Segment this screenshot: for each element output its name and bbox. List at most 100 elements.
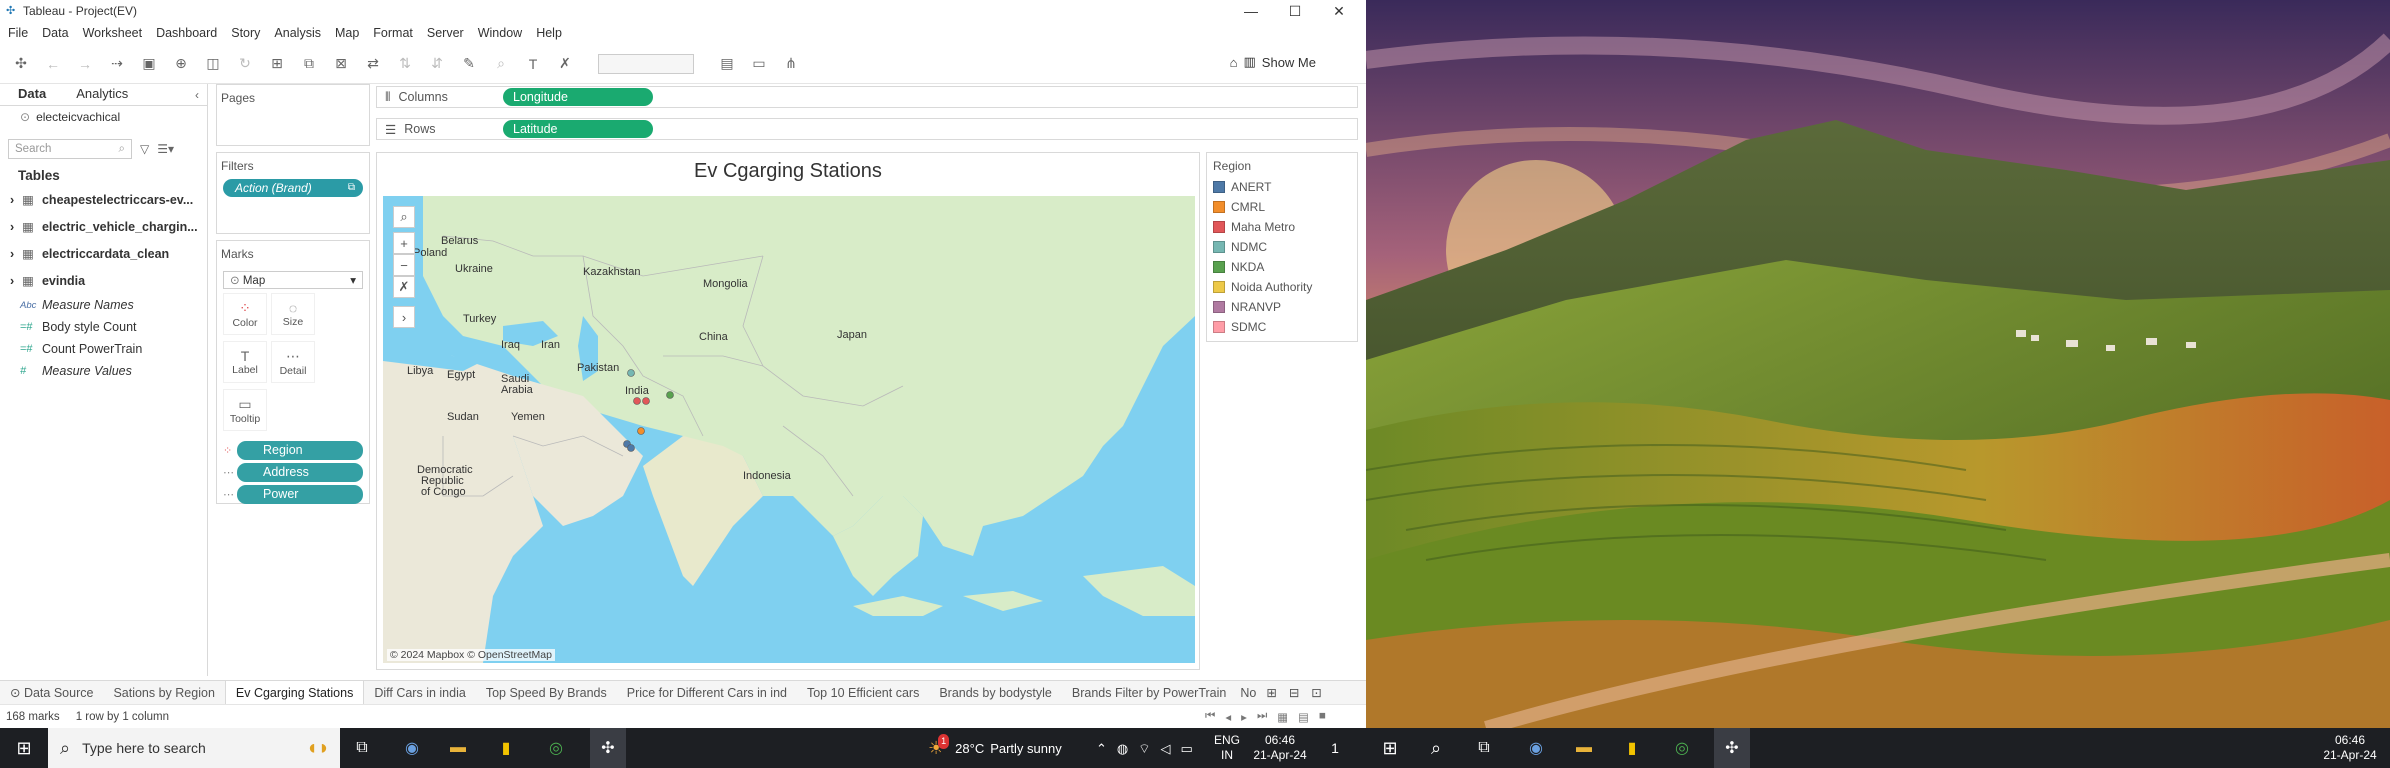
maximize-button[interactable]: ☐ (1272, 0, 1318, 22)
first-sheet-icon[interactable]: ⏮ (1205, 710, 1215, 724)
duplicate-sheet-icon[interactable]: ⧉ (298, 53, 320, 75)
app-icon[interactable]: ◉ (394, 728, 430, 768)
menu-help[interactable]: Help (536, 26, 562, 40)
undo-icon[interactable]: ← (42, 53, 64, 75)
expand-icon[interactable]: › (10, 274, 14, 288)
clock[interactable]: 06:46 21-Apr-24 (1250, 728, 1310, 768)
menu-data[interactable]: Data (42, 26, 68, 40)
mark-pill-region[interactable]: ⁘ Region (223, 441, 363, 460)
redo-icon[interactable]: → (74, 53, 96, 75)
share-icon[interactable]: ⋔ (780, 53, 802, 75)
pages-card[interactable]: Pages (216, 84, 370, 146)
tableau-taskbar-icon[interactable]: ✣ (590, 728, 626, 768)
chevron-up-icon[interactable]: ⌃ (1096, 741, 1107, 756)
sorter-view-icon[interactable]: ▤ (1298, 710, 1309, 724)
expand-icon[interactable]: › (10, 193, 14, 207)
labels-icon[interactable]: T (522, 53, 544, 75)
table-row[interactable]: › ▦ cheapestelectriccars-ev... (0, 186, 207, 213)
tab-diff-cars-in-india[interactable]: Diff Cars in india (364, 681, 475, 705)
sort-descending-icon[interactable]: ⇵ (426, 53, 448, 75)
app-icon-2[interactable]: ◉ (1518, 728, 1554, 768)
legend-item-maha-metro[interactable]: Maha Metro (1207, 217, 1357, 237)
size-button[interactable]: ◌ Size (271, 293, 315, 335)
map-attribution[interactable]: © 2024 Mapbox © OpenStreetMap (387, 649, 555, 661)
save-icon[interactable]: ▣ (138, 53, 160, 75)
expand-icon[interactable]: › (10, 247, 14, 261)
longitude-pill[interactable]: Longitude (503, 88, 653, 106)
table-row[interactable]: › ▦ electric_vehicle_chargin... (0, 213, 207, 240)
chrome-icon[interactable]: ◎ (538, 728, 574, 768)
legend-item-nkda[interactable]: NKDA (1207, 257, 1357, 277)
zoom-in-icon[interactable]: + (393, 232, 415, 254)
menu-file[interactable]: File (8, 26, 28, 40)
detail-button[interactable]: ⋯ Detail (271, 341, 315, 383)
tab-data-source[interactable]: ⊙ Data Source (0, 681, 103, 705)
clear-sheet-icon[interactable]: ⊠ (330, 53, 352, 75)
notification-icon[interactable]: 1 (1318, 728, 1352, 768)
filmstrip-view-icon[interactable]: ▦ (1277, 710, 1288, 724)
station-mark[interactable] (633, 397, 641, 405)
group-icon[interactable]: ⌕ (490, 53, 512, 75)
fix-axes-icon[interactable]: ✗ (554, 53, 576, 75)
new-story-tab-icon[interactable]: ⊡ (1305, 681, 1327, 705)
reset-map-icon[interactable]: ✗ (393, 276, 415, 298)
new-worksheet-icon[interactable]: ⊞ (266, 53, 288, 75)
filter-fields-icon[interactable]: ▽ (140, 142, 149, 156)
tab-top-speed-by-brands[interactable]: Top Speed By Brands (476, 681, 617, 705)
taskbar-search[interactable]: ⌕ Type here to search ◖◗ (48, 728, 340, 768)
tab-analytics[interactable]: Analytics (58, 86, 140, 105)
station-mark[interactable] (627, 444, 635, 452)
wifi-icon[interactable]: ⌔ (1138, 741, 1150, 756)
file-explorer-icon[interactable]: ▬ (440, 728, 476, 768)
label-button[interactable]: T Label (223, 341, 267, 383)
station-mark[interactable] (666, 391, 674, 399)
filter-pill-action-brand[interactable]: Action (Brand) ⧉ (223, 179, 363, 197)
windows-start-icon[interactable]: ⊞ (0, 728, 48, 768)
legend-item-anert[interactable]: ANERT (1207, 177, 1357, 197)
sort-ascending-icon[interactable]: ⇅ (394, 53, 416, 75)
presentation-icon[interactable]: ▭ (748, 53, 770, 75)
field-row[interactable]: Abc Measure Names (0, 294, 207, 316)
tableau-home-icon[interactable]: ✣ (10, 53, 32, 75)
zoom-out-icon[interactable]: − (393, 254, 415, 276)
mark-pill-power[interactable]: ⋯ Power (223, 485, 363, 504)
language-indicator[interactable]: ENG IN (1212, 728, 1242, 768)
menu-dashboard[interactable]: Dashboard (156, 26, 217, 40)
legend-item-noida-authority[interactable]: Noida Authority (1207, 277, 1357, 297)
tableau-taskbar-icon-2[interactable]: ✣ (1714, 728, 1750, 768)
legend-item-nranvp[interactable]: NRANVP (1207, 297, 1357, 317)
legend-item-ndmc[interactable]: NDMC (1207, 237, 1357, 257)
menu-window[interactable]: Window (478, 26, 522, 40)
refresh-icon[interactable]: ↻ (234, 53, 256, 75)
search-input[interactable]: Search ⌕ (8, 139, 132, 159)
mark-type-dropdown[interactable]: ⊙ Map ▾ (223, 271, 363, 289)
task-view-icon-2[interactable]: ⧉ (1466, 728, 1502, 768)
new-datasource-icon[interactable]: ⊕ (170, 53, 192, 75)
new-worksheet-tab-icon[interactable]: ⊞ (1260, 681, 1282, 705)
power-bi-icon[interactable]: ▮ (488, 728, 524, 768)
menu-server[interactable]: Server (427, 26, 464, 40)
close-button[interactable]: ✕ (1316, 0, 1362, 22)
latitude-pill[interactable]: Latitude (503, 120, 653, 138)
table-row[interactable]: › ▦ electriccardata_clean (0, 240, 207, 267)
columns-shelf[interactable]: ⦀ Columns Longitude (376, 86, 1358, 108)
pause-updates-icon[interactable]: ◫ (202, 53, 224, 75)
clock-2[interactable]: 06:46 21-Apr-24 (2320, 728, 2380, 768)
show-cards-icon[interactable]: ▤ (716, 53, 738, 75)
field-row[interactable]: =# Count PowerTrain (0, 338, 207, 360)
rows-shelf[interactable]: ☰ Rows Latitude (376, 118, 1358, 140)
color-button[interactable]: ⁘ Color (223, 293, 267, 335)
menu-format[interactable]: Format (373, 26, 413, 40)
highlight-icon[interactable]: ✎ (458, 53, 480, 75)
tab-brands-filter-by-powertrain[interactable]: Brands Filter by PowerTrain (1062, 681, 1236, 705)
tab-view-icon[interactable]: ■ (1319, 710, 1326, 724)
menu-story[interactable]: Story (231, 26, 260, 40)
view-options-icon[interactable]: ☰▾ (157, 142, 174, 156)
menu-analysis[interactable]: Analysis (274, 26, 321, 40)
task-view-icon[interactable]: ⧉ (344, 728, 380, 768)
field-row[interactable]: # Measure Values (0, 360, 207, 382)
minimize-button[interactable]: — (1228, 0, 1274, 22)
station-mark[interactable] (637, 427, 645, 435)
expand-toolbar-icon[interactable]: › (393, 306, 415, 328)
mark-pill-address[interactable]: ⋯ Address (223, 463, 363, 482)
